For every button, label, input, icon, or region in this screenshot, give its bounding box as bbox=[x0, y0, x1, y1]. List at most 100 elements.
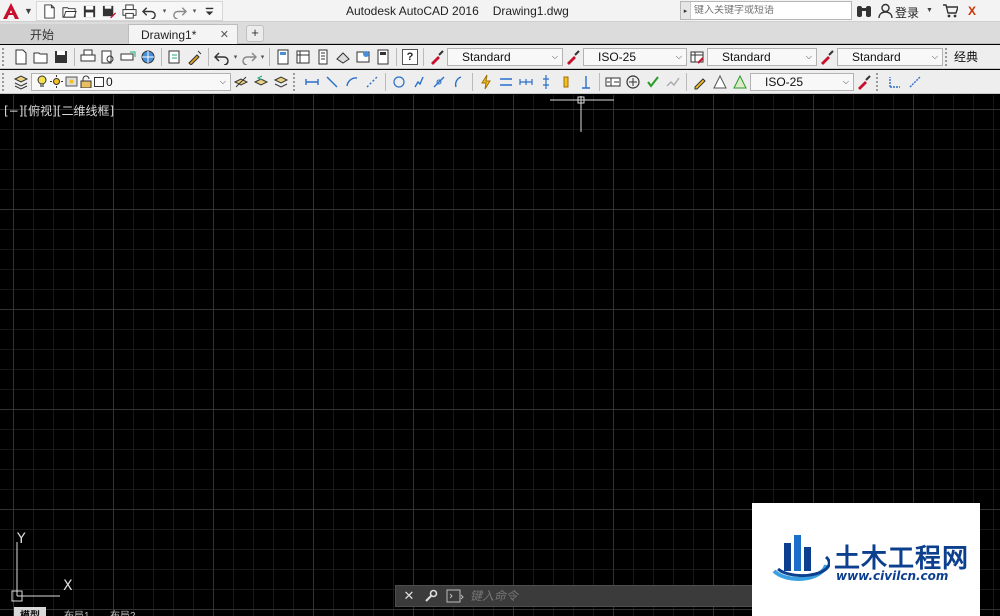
redo-icon[interactable] bbox=[239, 47, 259, 67]
dimension-update-icon[interactable] bbox=[730, 72, 750, 92]
center-mark-icon[interactable] bbox=[623, 72, 643, 92]
radius-dimension-icon[interactable] bbox=[389, 72, 409, 92]
tab-layout1[interactable]: 布局1 bbox=[58, 607, 96, 616]
3d-dwf-icon[interactable] bbox=[138, 47, 158, 67]
redo-icon[interactable] bbox=[171, 3, 188, 20]
properties-icon[interactable] bbox=[273, 47, 293, 67]
layer-properties-icon[interactable] bbox=[11, 72, 31, 92]
sheet-set-icon[interactable] bbox=[333, 47, 353, 67]
command-prompt-icon[interactable] bbox=[446, 588, 464, 604]
layer-previous-icon[interactable] bbox=[251, 72, 271, 92]
help-search-input[interactable] bbox=[691, 5, 846, 16]
open-folder-icon[interactable] bbox=[31, 47, 51, 67]
new-file-icon[interactable] bbox=[41, 3, 58, 20]
plot-preview-icon[interactable] bbox=[98, 47, 118, 67]
layer-states-icon[interactable] bbox=[271, 72, 291, 92]
viewport-controls-label[interactable]: [−][俯视][二维线框] bbox=[4, 102, 114, 119]
plot-icon[interactable] bbox=[78, 47, 98, 67]
redo-dropdown-icon[interactable]: ▾ bbox=[259, 53, 266, 61]
tab-layout2[interactable]: 布局2 bbox=[104, 607, 142, 616]
chevron-down-icon: ⌵ bbox=[219, 76, 226, 86]
autodesk-store-icon[interactable] bbox=[942, 3, 959, 22]
new-tab-button[interactable]: + bbox=[246, 25, 264, 42]
make-object-layer-current-icon[interactable] bbox=[231, 72, 251, 92]
save-as-icon[interactable] bbox=[101, 3, 118, 20]
help-icon[interactable]: ? bbox=[400, 47, 420, 67]
command-input[interactable] bbox=[470, 589, 710, 603]
markup-set-icon[interactable] bbox=[353, 47, 373, 67]
jogged-dimension-icon[interactable] bbox=[409, 72, 429, 92]
dimension-style-manager-icon[interactable] bbox=[854, 72, 874, 92]
login-dropdown-icon[interactable]: ▼ bbox=[926, 7, 933, 14]
multileader-style-icon[interactable] bbox=[817, 47, 837, 67]
toolbar-grip[interactable] bbox=[876, 72, 882, 91]
open-folder-icon[interactable] bbox=[61, 3, 78, 20]
toolbar-grip[interactable] bbox=[293, 72, 299, 91]
quickcalc-icon[interactable] bbox=[373, 47, 393, 67]
workspace-label[interactable]: 经典 bbox=[954, 48, 978, 65]
jogged-linear-icon[interactable] bbox=[663, 72, 683, 92]
app-menu-arrow-icon[interactable]: ▼ bbox=[24, 6, 33, 16]
login-link[interactable]: 登录 bbox=[895, 4, 919, 21]
dimension-style-dropdown[interactable]: ISO-25 ⌵ bbox=[750, 72, 854, 91]
layer-state-icons: 0 bbox=[36, 75, 113, 89]
redo-dropdown-icon[interactable]: ▾ bbox=[191, 7, 198, 15]
save-icon[interactable] bbox=[51, 47, 71, 67]
continue-dimension-icon[interactable] bbox=[516, 72, 536, 92]
undo-icon[interactable] bbox=[141, 3, 158, 20]
multileader-style-value: Standard bbox=[852, 49, 901, 64]
save-icon[interactable] bbox=[81, 3, 98, 20]
ucs-icon[interactable] bbox=[885, 72, 905, 92]
user-icon[interactable] bbox=[878, 3, 893, 22]
match-properties-icon[interactable] bbox=[185, 47, 205, 67]
layer-dropdown[interactable]: 0 ⌵ bbox=[31, 72, 231, 91]
chevron-down-icon: ⌵ bbox=[675, 51, 682, 61]
tolerance-frame-icon[interactable] bbox=[603, 72, 623, 92]
dimension-space-icon[interactable] bbox=[536, 72, 556, 92]
dimension-text-edit-icon[interactable] bbox=[710, 72, 730, 92]
text-style-icon[interactable] bbox=[427, 47, 447, 67]
tab-drawing1[interactable]: Drawing1* ✕ bbox=[128, 24, 238, 44]
undo-icon[interactable] bbox=[212, 47, 232, 67]
ucs-world-icon[interactable] bbox=[905, 72, 925, 92]
tab-start[interactable]: 开始 bbox=[0, 24, 128, 44]
multileader-style-dropdown[interactable]: Standard ⌵ bbox=[837, 47, 943, 66]
table-style-dropdown[interactable]: Standard ⌵ bbox=[707, 47, 817, 66]
baseline-dimension-icon[interactable] bbox=[496, 72, 516, 92]
dimension-break-icon[interactable] bbox=[556, 72, 576, 92]
dim-style-dropdown[interactable]: ISO-25 ⌵ bbox=[583, 47, 687, 66]
plot-icon[interactable] bbox=[121, 3, 138, 20]
toolbar-grip[interactable] bbox=[2, 47, 8, 66]
table-style-icon[interactable] bbox=[687, 47, 707, 67]
dim-style-icon[interactable] bbox=[563, 47, 583, 67]
cut-paste-icon[interactable] bbox=[165, 47, 185, 67]
toolbar-grip[interactable] bbox=[945, 47, 951, 66]
close-tab-icon[interactable]: ✕ bbox=[220, 28, 229, 41]
close-command-line-icon[interactable]: ✕ bbox=[400, 587, 418, 605]
tolerance-icon[interactable] bbox=[576, 72, 596, 92]
linear-dimension-icon[interactable] bbox=[302, 72, 322, 92]
diameter-dimension-icon[interactable] bbox=[429, 72, 449, 92]
inspect-icon[interactable] bbox=[643, 72, 663, 92]
arc-length-icon[interactable] bbox=[342, 72, 362, 92]
search-expand-icon[interactable]: ▸ bbox=[681, 2, 691, 19]
ordinate-dimension-icon[interactable] bbox=[362, 72, 382, 92]
wrench-customize-icon[interactable] bbox=[422, 587, 440, 605]
undo-dropdown-icon[interactable]: ▾ bbox=[232, 53, 239, 61]
publish-icon[interactable] bbox=[118, 47, 138, 67]
customize-qat-icon[interactable] bbox=[201, 3, 218, 20]
angular-dimension-icon[interactable] bbox=[449, 72, 469, 92]
tool-palettes-icon[interactable] bbox=[313, 47, 333, 67]
quick-dimension-icon[interactable] bbox=[476, 72, 496, 92]
undo-dropdown-icon[interactable]: ▾ bbox=[161, 7, 168, 15]
autodesk-exchange-icon[interactable]: X bbox=[968, 4, 976, 18]
binoculars-search-icon[interactable] bbox=[856, 3, 872, 22]
text-style-dropdown[interactable]: Standard ⌵ bbox=[447, 47, 563, 66]
toolbar-grip[interactable] bbox=[2, 72, 8, 91]
design-center-icon[interactable] bbox=[293, 47, 313, 67]
autocad-logo-icon[interactable] bbox=[2, 2, 20, 20]
new-file-icon[interactable] bbox=[11, 47, 31, 67]
tab-model[interactable]: 模型 bbox=[14, 607, 46, 616]
aligned-dimension-icon[interactable] bbox=[322, 72, 342, 92]
dimension-edit-icon[interactable] bbox=[690, 72, 710, 92]
